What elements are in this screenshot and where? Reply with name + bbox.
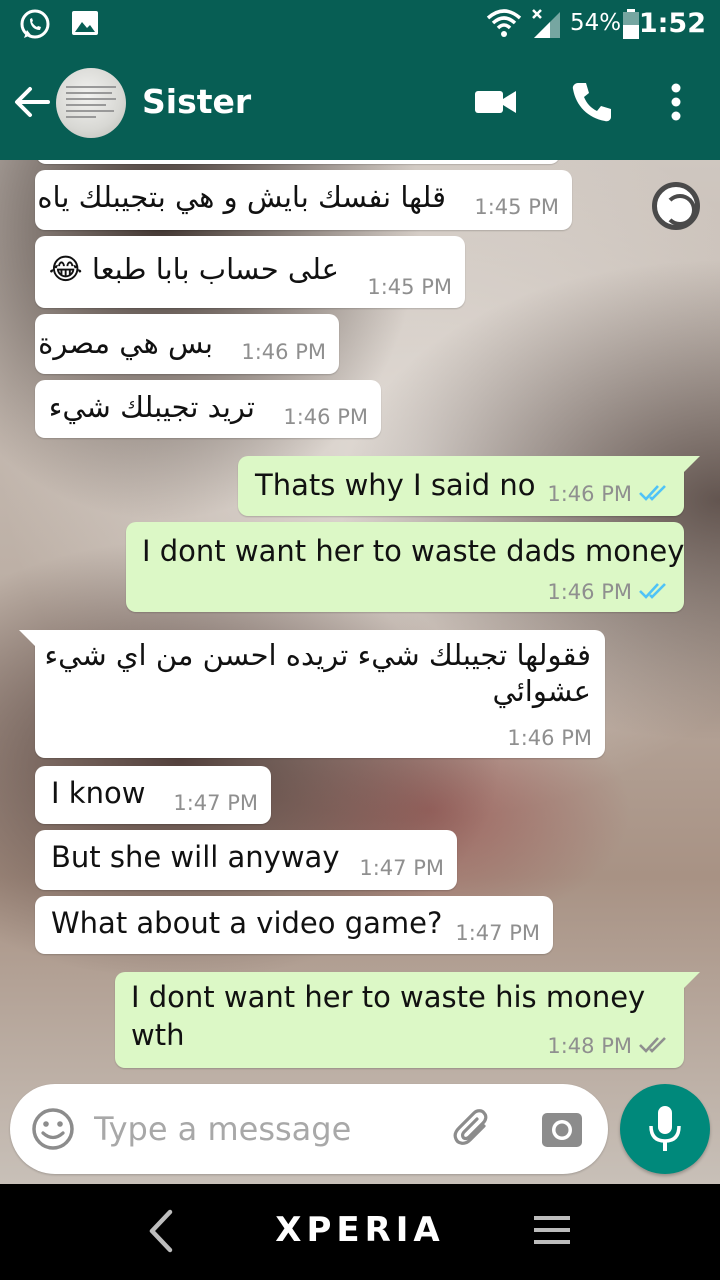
message-text: I dont want her to waste dads money	[142, 534, 685, 568]
battery-icon	[623, 9, 639, 39]
message-text: على حساب بابا طبعا 😂	[48, 252, 339, 286]
message-text: قلها نفسك بايش و هي بتجيبلك ياه	[37, 180, 446, 214]
phone-icon[interactable]	[568, 78, 616, 126]
message-bubble-outgoing[interactable]: Thats why I said no 1:46 PM	[238, 456, 700, 516]
message-text: بس هي مصرة	[38, 326, 213, 360]
message-text: What about a video game?	[51, 906, 443, 940]
message-bubble-incoming[interactable]: But she will anyway 1:47 PM	[35, 830, 457, 890]
more-vert-icon[interactable]	[652, 78, 700, 126]
chat-area[interactable]: قلها نفسك بايش و هي بتجيبلك ياه 1:45 PM …	[0, 160, 720, 1184]
camera-icon[interactable]	[540, 1108, 584, 1150]
message-time: 1:47 PM	[455, 921, 540, 945]
message-bubble-incoming[interactable]: بس هي مصرة 1:46 PM	[35, 314, 339, 374]
message-bubble-outgoing[interactable]: I dont want her to waste his money wth 1…	[115, 972, 700, 1068]
loading-spinner-icon	[652, 182, 700, 230]
message-bubble-incoming[interactable]: قلها نفسك بايش و هي بتجيبلك ياه 1:45 PM	[35, 170, 572, 230]
message-time: 1:47 PM	[173, 791, 258, 815]
whatsapp-notification-icon	[20, 9, 50, 39]
message-time: 1:46 PM	[547, 580, 632, 604]
message-text: تريد تجيبلك شيء	[48, 390, 255, 424]
message-bubble-incoming[interactable]: What about a video game? 1:47 PM	[35, 896, 553, 954]
mic-icon[interactable]	[620, 1084, 710, 1174]
message-text-line: wth	[131, 1018, 185, 1052]
message-text: But she will anyway	[51, 840, 340, 874]
system-nav-bar: XPERIA	[0, 1184, 720, 1280]
emoji-icon[interactable]	[30, 1106, 76, 1152]
read-receipt-icon	[639, 583, 666, 599]
message-bubble-incoming[interactable]: I know 1:47 PM	[35, 766, 271, 824]
attach-icon[interactable]	[450, 1106, 496, 1152]
message-bubble-incoming[interactable]: تريد تجيبلك شيء 1:46 PM	[35, 380, 381, 438]
message-text: Thats why I said no	[255, 468, 536, 502]
cellular-signal-icon	[532, 9, 560, 38]
contact-name[interactable]: Sister	[142, 82, 251, 121]
message-time: 1:46 PM	[547, 482, 632, 506]
brand-logo: XPERIA	[275, 1210, 445, 1250]
battery-percent: 54%	[570, 10, 622, 36]
message-input[interactable]	[94, 1104, 424, 1154]
message-bubble-outgoing[interactable]: I dont want her to waste dads money 1:46…	[126, 522, 684, 612]
message-bubble-incoming[interactable]: على حساب بابا طبعا 😂 1:45 PM	[35, 236, 465, 308]
status-bar: 54% 1:52	[0, 0, 720, 48]
message-time: 1:48 PM	[547, 1034, 632, 1058]
message-text: I know	[51, 776, 146, 810]
message-time: 1:46 PM	[283, 405, 368, 429]
message-bubble-incoming[interactable]: فقولها تجيبلك شيء تريده احسن من اي شيء ع…	[19, 630, 605, 758]
message-time: 1:47 PM	[359, 856, 444, 880]
message-text-line: فقولها تجيبلك شيء تريده احسن من اي شيء	[44, 638, 591, 672]
clock: 1:52	[638, 8, 706, 39]
message-time: 1:46 PM	[507, 726, 592, 750]
wifi-icon	[486, 9, 522, 37]
message-time: 1:45 PM	[367, 275, 452, 299]
avatar[interactable]	[56, 68, 126, 138]
nav-menu-icon[interactable]	[532, 1212, 572, 1248]
chat-header: Sister	[0, 48, 720, 160]
message-text-line: I dont want her to waste his money	[131, 980, 646, 1014]
message-time: 1:46 PM	[241, 340, 326, 364]
delivered-receipt-icon	[639, 1037, 666, 1053]
message-text-line: عشوائي	[492, 674, 591, 708]
message-time: 1:45 PM	[474, 195, 559, 219]
message-composer	[10, 1084, 608, 1174]
read-receipt-icon	[639, 485, 666, 501]
gallery-notification-icon	[72, 11, 98, 35]
message-bubble-partial	[36, 160, 560, 164]
video-call-icon[interactable]	[472, 78, 520, 126]
arrow-back-icon[interactable]	[10, 80, 54, 124]
